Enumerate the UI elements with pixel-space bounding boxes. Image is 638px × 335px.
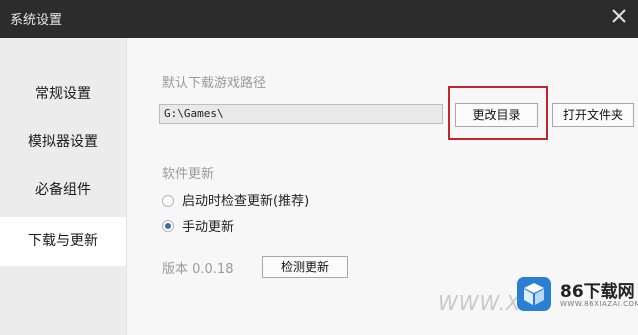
auto-update-radio[interactable] — [162, 195, 174, 207]
site-logo-subtext: WWW.86XIAZAI.COM — [560, 300, 638, 308]
sidebar-item-emulator[interactable]: 模拟器设置 — [0, 118, 126, 166]
open-folder-button[interactable]: 打开文件夹 — [552, 103, 634, 127]
download-path-field[interactable]: G:\Games\ — [159, 104, 443, 124]
sidebar-item-label: 模拟器设置 — [28, 134, 98, 150]
watermark-text: WWW.XI — [438, 291, 528, 315]
version-label: 版本 0.0.18 — [162, 262, 234, 277]
window-title: 系统设置 — [10, 13, 63, 28]
download-path-label: 默认下载游戏路径 — [162, 76, 267, 91]
cube-logo-icon — [517, 277, 551, 311]
auto-update-label[interactable]: 启动时检查更新(推荐) — [182, 190, 309, 209]
title-bar: 系统设置 — [0, 0, 638, 38]
sidebar-item-general[interactable]: 常规设置 — [0, 70, 126, 118]
sidebar-item-label: 常规设置 — [35, 86, 91, 102]
sidebar-item-label: 下载与更新 — [28, 233, 98, 249]
sidebar-item-components[interactable]: 必备组件 — [0, 166, 126, 214]
site-logo-text: 86下载网 — [560, 282, 635, 302]
manual-update-label[interactable]: 手动更新 — [182, 216, 234, 235]
manual-update-radio[interactable] — [162, 220, 174, 232]
software-update-label: 软件更新 — [162, 167, 215, 182]
sidebar-item-download-update[interactable]: 下载与更新 — [0, 217, 126, 266]
change-directory-button[interactable]: 更改目录 — [455, 103, 538, 127]
sidebar-item-label: 必备组件 — [35, 182, 91, 198]
settings-sidebar: 常规设置 模拟器设置 必备组件 下载与更新 — [0, 38, 127, 335]
close-icon[interactable] — [610, 7, 628, 25]
check-update-button[interactable]: 检测更新 — [262, 256, 348, 278]
